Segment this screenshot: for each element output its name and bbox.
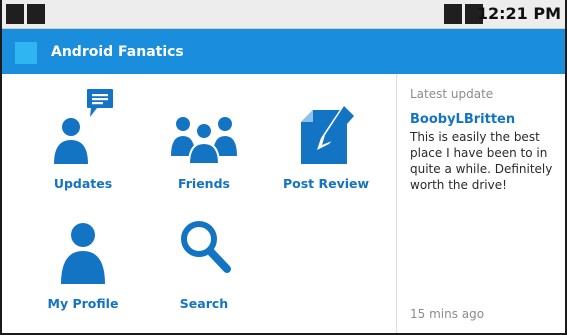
update-username[interactable]: BoobyLBritten <box>410 112 515 127</box>
status-bar: 12:21 PM <box>2 0 565 29</box>
wifi-icon <box>444 4 462 24</box>
app-title: Android Fanatics <box>51 44 184 60</box>
update-timestamp: 15 mins ago <box>410 307 485 321</box>
profile-icon <box>61 223 105 284</box>
dashboard-grid: Updates Friends Post Review My Profile S… <box>2 74 396 333</box>
post-review-icon <box>301 106 354 164</box>
update-message: This is easily the best place I have bee… <box>410 130 553 192</box>
post-review-button[interactable]: Post Review <box>266 86 386 206</box>
search-label: Search <box>179 296 229 311</box>
status-time: 12:21 PM <box>476 4 561 23</box>
friends-button[interactable]: Friends <box>144 86 264 206</box>
my-profile-button[interactable]: My Profile <box>23 212 143 332</box>
latest-update-panel: Latest update BoobyLBritten This is easi… <box>397 74 565 333</box>
notification-icon <box>27 4 45 24</box>
search-icon <box>181 221 231 273</box>
updates-button[interactable]: Updates <box>23 86 143 206</box>
app-logo-icon[interactable] <box>15 42 37 64</box>
latest-update-header: Latest update <box>410 87 494 101</box>
friends-icon <box>171 117 237 164</box>
updates-icon <box>54 89 113 164</box>
post-review-label: Post Review <box>282 176 370 191</box>
notification-icon <box>6 4 24 24</box>
updates-label: Updates <box>53 176 113 191</box>
device-frame: 12:21 PM Android Fanatics Updates Friend… <box>0 0 567 335</box>
app-bar: Android Fanatics <box>2 29 565 74</box>
my-profile-label: My Profile <box>47 296 119 311</box>
search-button[interactable]: Search <box>144 212 264 332</box>
friends-label: Friends <box>178 176 230 191</box>
